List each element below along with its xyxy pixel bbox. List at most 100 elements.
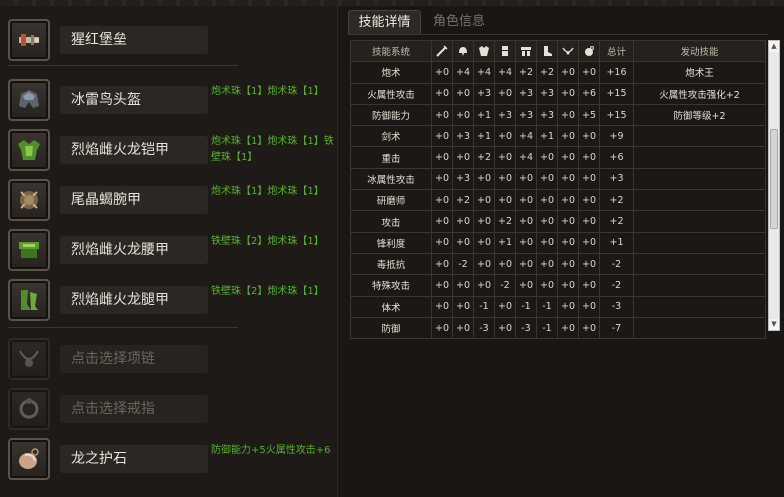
skill-point-cell: +0 (578, 210, 600, 233)
necklace-icon (557, 39, 579, 63)
scroll-thumb[interactable] (770, 129, 778, 229)
skill-table: 技能系统 总计 发动技能 炮术 +0 +4 +4 +4 +2 +2 +0 +0 +16 炮术王 火属性… (350, 39, 766, 340)
skill-name: 冰属性攻击 (350, 167, 432, 191)
divider (8, 327, 238, 328)
helmet-icon (452, 39, 474, 63)
skill-point-cell: +3 (515, 103, 537, 127)
equipment-row-weapon[interactable]: 猩红堡垒 (0, 16, 338, 64)
skill-point-cell: -3 (473, 316, 495, 340)
skill-point-cell: +0 (473, 210, 495, 233)
skill-point-cell: +0 (578, 274, 600, 297)
equipment-row-legs[interactable]: 烈焰雌火龙腿甲 铁壁珠【2】炮术珠【1】 (0, 276, 338, 324)
skill-point-cell: +0 (578, 125, 600, 148)
equipment-name: 冰雷鸟头盔 (60, 86, 208, 114)
skill-name: 特殊攻击 (350, 274, 432, 297)
header-skill-system: 技能系统 (350, 39, 432, 63)
skill-total: +15 (599, 103, 634, 127)
skill-point-cell: +0 (473, 252, 495, 276)
equipment-slots: 铁壁珠【2】炮术珠【1】 (211, 236, 324, 247)
skill-total: +9 (599, 125, 634, 148)
tab-character-info[interactable]: 角色信息 (424, 10, 494, 34)
skill-point-cell: +0 (557, 189, 579, 212)
table-row: 剑术 +0 +3 +1 +0 +4 +1 +0 +0 +9 (350, 125, 766, 148)
skill-point-cell: +0 (557, 252, 579, 276)
equipment-slots: 炮术珠【1】炮术珠【1】铁壁珠【1】 (211, 136, 334, 163)
skill-point-cell: +0 (536, 146, 558, 169)
skill-point-cell: +0 (494, 146, 516, 169)
skill-point-cell: +0 (431, 61, 453, 84)
helmet-icon (8, 79, 50, 121)
equipment-name: 烈焰雌火龙铠甲 (60, 136, 208, 164)
skill-name: 体术 (350, 295, 432, 318)
equipment-name: 龙之护石 (60, 445, 208, 473)
skill-point-cell: +0 (494, 125, 516, 148)
skill-point-cell: +0 (536, 274, 558, 297)
equipment-slots: 防御能力+5火属性攻击+6 (211, 445, 331, 456)
equipment-name: 点击选择项链 (60, 345, 208, 373)
skill-point-cell: +0 (557, 167, 579, 191)
equipment-row-waist[interactable]: 烈焰雌火龙腰甲 铁壁珠【2】炮术珠【1】 (0, 226, 338, 274)
activated-skill (633, 146, 766, 169)
skill-point-cell: +3 (473, 82, 495, 105)
scroll-up-arrow-icon[interactable]: ▲ (769, 41, 779, 52)
tab-underline (348, 34, 768, 35)
skill-point-cell: +0 (557, 61, 579, 84)
activated-skill (633, 189, 766, 212)
skill-point-cell: +0 (578, 61, 600, 84)
skill-point-cell: -3 (515, 316, 537, 340)
equipment-slots: 铁壁珠【2】炮术珠【1】 (211, 286, 324, 297)
skill-point-cell: +6 (578, 82, 600, 105)
skill-point-cell: +1 (494, 231, 516, 254)
equipment-row-charm[interactable]: 龙之护石 防御能力+5火属性攻击+6 (0, 435, 338, 483)
table-row: 防御 +0 +0 -3 +0 -3 -1 +0 +0 -7 (350, 316, 766, 340)
skill-point-cell: +0 (515, 167, 537, 191)
skill-point-cell: +0 (557, 231, 579, 254)
skill-point-cell: +0 (557, 316, 579, 340)
skill-total: +2 (599, 189, 634, 212)
skill-point-cell: +0 (536, 231, 558, 254)
equipment-row-arms[interactable]: 尾晶蝎腕甲 炮术珠【1】炮术珠【1】 (0, 176, 338, 224)
table-row: 炮术 +0 +4 +4 +4 +2 +2 +0 +0 +16 炮术王 (350, 61, 766, 84)
weapon-icon (431, 39, 453, 63)
table-row: 锋利度 +0 +0 +0 +1 +0 +0 +0 +0 +1 (350, 231, 766, 254)
skill-point-cell: +3 (536, 103, 558, 127)
skill-point-cell: +0 (431, 125, 453, 148)
skill-point-cell: +3 (494, 103, 516, 127)
skill-point-cell: +0 (557, 210, 579, 233)
skill-point-cell: +0 (557, 125, 579, 148)
skill-total: -2 (599, 252, 634, 276)
skill-point-cell: +5 (578, 103, 600, 127)
skill-total: +3 (599, 167, 634, 191)
skill-point-cell: +0 (578, 231, 600, 254)
skill-point-cell: +0 (578, 146, 600, 169)
skill-name: 研磨师 (350, 189, 432, 212)
skill-point-cell: +0 (431, 82, 453, 105)
table-scrollbar[interactable]: ▲ ▼ (768, 40, 780, 331)
equipment-row-necklace[interactable]: 点击选择项链 (0, 335, 338, 383)
skill-point-cell: +3 (536, 82, 558, 105)
skill-point-cell: +1 (473, 103, 495, 127)
skill-point-cell: +0 (557, 146, 579, 169)
tab-skill-details[interactable]: 技能详情 (348, 10, 421, 34)
skill-name: 炮术 (350, 61, 432, 84)
skill-point-cell: +0 (578, 167, 600, 191)
equipment-name: 烈焰雌火龙腰甲 (60, 236, 208, 264)
table-row: 特殊攻击 +0 +0 +0 -2 +0 +0 +0 +0 -2 (350, 274, 766, 297)
header-total: 总计 (599, 39, 634, 63)
equipment-slots: 炮术珠【1】炮术珠【1】 (211, 86, 324, 97)
equipment-row-chest[interactable]: 烈焰雌火龙铠甲 炮术珠【1】炮术珠【1】铁壁珠【1】 (0, 126, 338, 174)
skill-point-cell: +0 (578, 295, 600, 318)
skill-point-cell: +0 (452, 316, 474, 340)
scroll-down-arrow-icon[interactable]: ▼ (769, 319, 779, 330)
skill-point-cell: +0 (557, 274, 579, 297)
chest-armor-icon (473, 39, 495, 63)
equipment-row-ring[interactable]: 点击选择戒指 (0, 385, 338, 433)
skill-point-cell: +2 (473, 146, 495, 169)
skill-name: 防御能力 (350, 103, 432, 127)
skill-point-cell: +4 (515, 125, 537, 148)
skill-point-cell: +0 (494, 252, 516, 276)
equipment-row-helmet[interactable]: 冰雷鸟头盔 炮术珠【1】炮术珠【1】 (0, 76, 338, 124)
skill-point-cell: +0 (557, 82, 579, 105)
skill-point-cell: +0 (431, 295, 453, 318)
skill-total: +1 (599, 231, 634, 254)
